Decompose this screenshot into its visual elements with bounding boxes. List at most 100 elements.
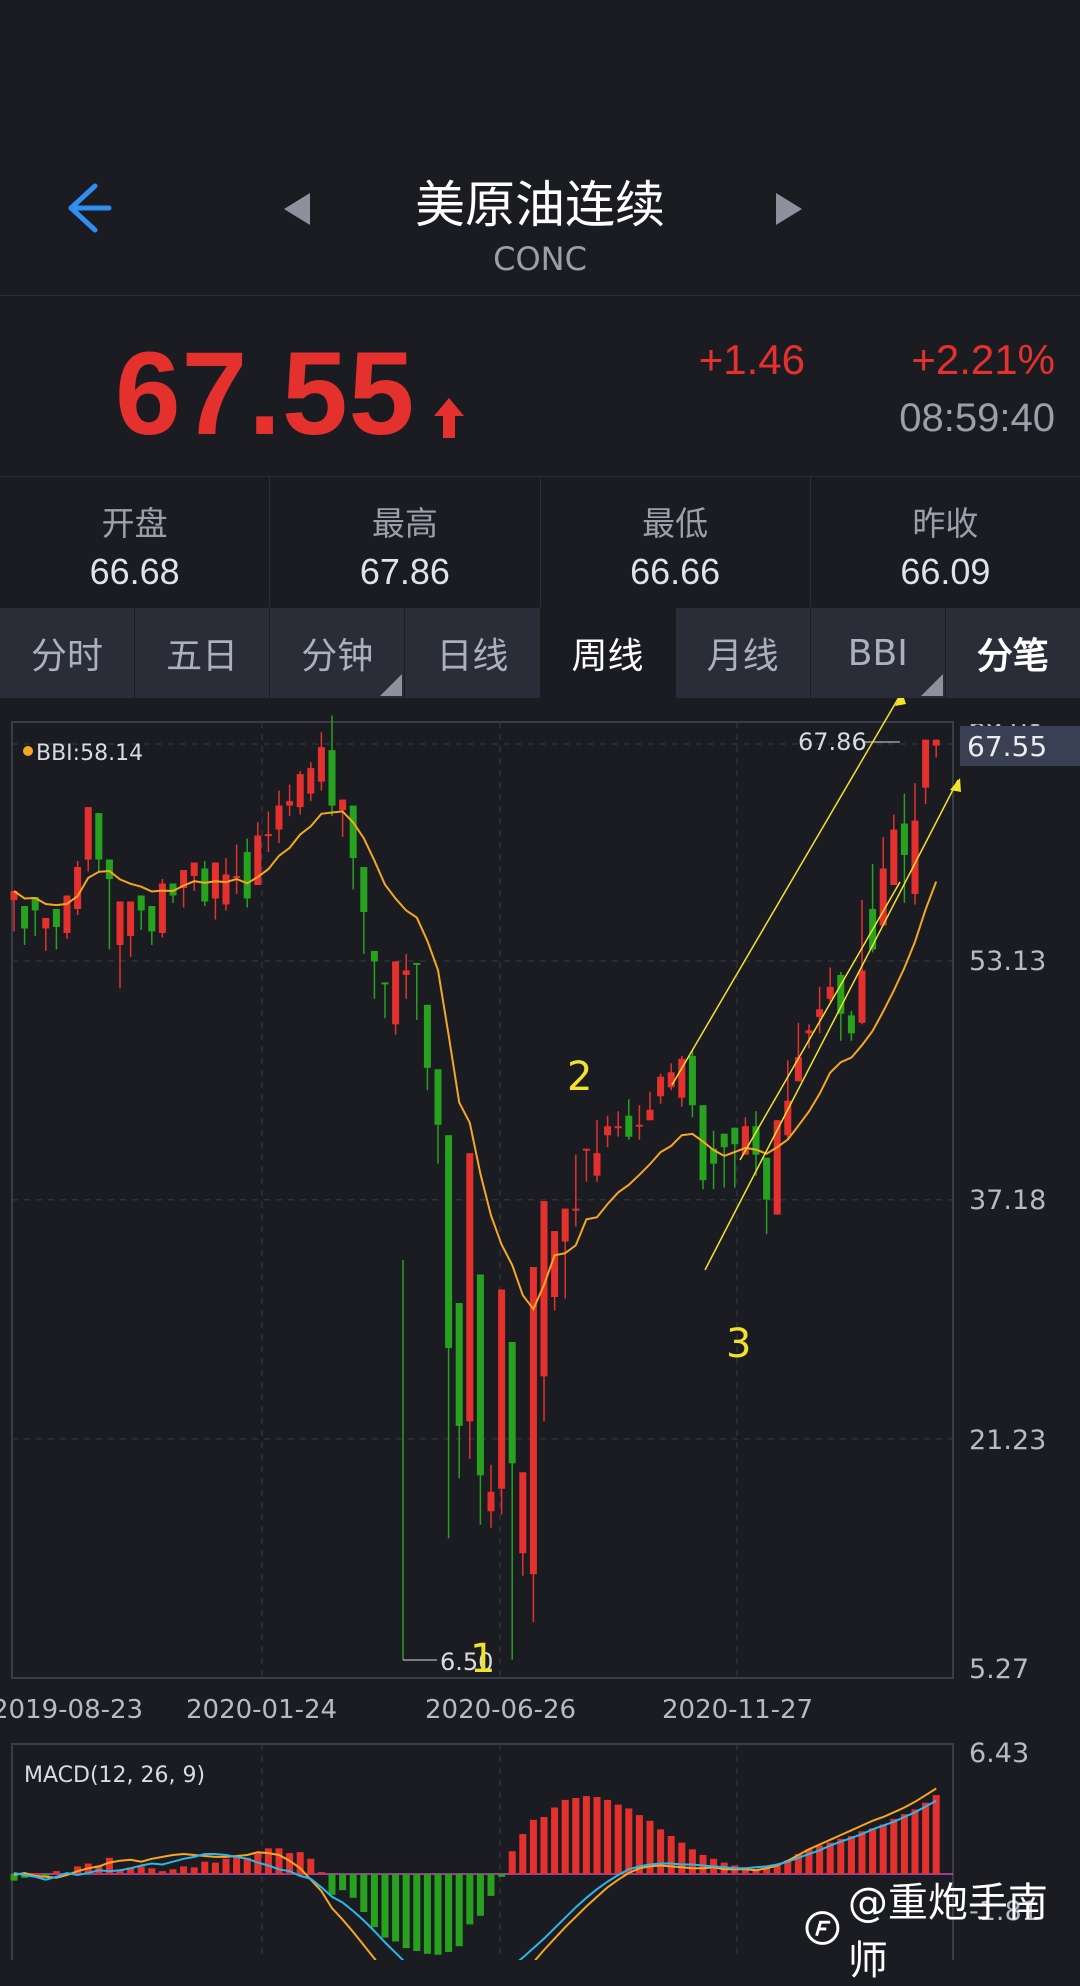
bbi-dot-icon (23, 746, 33, 756)
stat-label: 最高 (371, 504, 438, 543)
macd-bar (349, 1874, 357, 1898)
price-change-percent: +2.21% (911, 336, 1055, 383)
candle-body (307, 768, 315, 794)
trendline-upper (671, 698, 900, 1086)
macd-bar (487, 1874, 495, 1896)
macd-bar (572, 1798, 580, 1874)
candle-body (561, 1208, 569, 1242)
macd-bar (900, 1814, 908, 1874)
macd-bars-layer (10, 1795, 940, 1955)
candle-body (572, 1208, 580, 1211)
stat-high: 最高 67.86 (270, 477, 541, 607)
tab-label: BBI (847, 632, 908, 674)
trendlines-layer (402, 698, 961, 1660)
x-tick: 2020-06-26 (425, 1695, 576, 1725)
candle-body (222, 874, 230, 905)
candle-body (339, 799, 347, 811)
macd-bar (582, 1796, 590, 1874)
y-tick: 53.13 (969, 946, 1046, 977)
candle-body (84, 807, 92, 860)
candle-body (794, 1057, 802, 1082)
previous-symbol-button[interactable] (284, 193, 310, 225)
tab-five-day[interactable]: 五日 (135, 608, 271, 698)
tab-weekly[interactable]: 周线 (540, 608, 676, 698)
macd-bar (434, 1874, 442, 1955)
candle-body (847, 1015, 855, 1034)
candle-body (434, 1069, 442, 1125)
candle-body (487, 1491, 495, 1512)
macd-bar (137, 1866, 145, 1874)
dropdown-corner-icon (380, 674, 403, 696)
macd-label: MACD(12, 26, 9) (24, 1763, 205, 1788)
next-symbol-button[interactable] (776, 193, 802, 225)
candle-body (190, 862, 198, 877)
x-tick: 2020-01-24 (186, 1695, 337, 1725)
stat-label: 昨收 (912, 504, 979, 543)
tab-ticks[interactable]: 分笔 (946, 608, 1080, 698)
tab-daily[interactable]: 日线 (405, 608, 541, 698)
tab-label: 分钟 (301, 636, 374, 677)
candle-body (264, 834, 272, 837)
watermark-text: @重炮手南师 (847, 1880, 1048, 1984)
macd-bar (847, 1836, 855, 1874)
candle-body (635, 1124, 643, 1127)
candle-body (455, 1303, 463, 1426)
tab-minute[interactable]: 分钟 (270, 608, 406, 698)
x-tick: 2019-08-23 (0, 1695, 143, 1725)
period-tabs: 分时 五日 分钟 日线 周线 月线 BBI 分笔 (0, 608, 1080, 698)
macd-bar (551, 1807, 559, 1874)
candle-body (349, 805, 357, 859)
candle-body (381, 982, 389, 985)
macd-bar (211, 1862, 219, 1874)
current-price-tag-text: 67.55 (967, 730, 1047, 763)
macd-bar (180, 1866, 188, 1874)
stat-value: 66.66 (630, 551, 721, 592)
candle-body (922, 739, 930, 788)
candle-body (137, 895, 145, 911)
macd-bar (201, 1861, 209, 1874)
candle-body (201, 868, 209, 902)
macd-bar (402, 1874, 410, 1949)
quote-panel: 67.55 +1.46 +2.21% 08:59:40 (0, 296, 1080, 477)
price-chart[interactable]: BBI:58.14 67.86 69.08 67.55 53.13 37.18 … (0, 698, 1080, 1960)
stat-value: 66.09 (900, 551, 991, 592)
annotation-3: 3 (726, 1321, 751, 1367)
annotation-2: 2 (567, 1054, 592, 1100)
stats-row: 开盘 66.68 最高 67.86 最低 66.66 昨收 66.09 (0, 477, 1080, 607)
candle-body (582, 1148, 590, 1151)
page-title: 美原油连续 (415, 176, 665, 234)
last-price: 67.55 (115, 328, 416, 460)
candle-body (529, 1267, 537, 1575)
symbol-code: CONC (493, 240, 587, 278)
macd-bar (392, 1874, 400, 1942)
tab-indicator-bbi[interactable]: BBI (811, 608, 946, 698)
macd-bar (604, 1799, 612, 1874)
macd-bar (688, 1849, 696, 1874)
candle-body (932, 739, 940, 746)
macd-dea-line (13, 1799, 937, 1960)
macd-bar (593, 1797, 601, 1874)
macd-bar (233, 1856, 241, 1874)
macd-bar (413, 1874, 421, 1951)
stat-low: 最低 66.66 (541, 477, 811, 607)
candle-body (296, 774, 304, 808)
brand-logo-icon (805, 1911, 840, 1945)
candle-body (445, 1135, 453, 1348)
candle-body (392, 961, 400, 1025)
macd-bar (837, 1838, 845, 1874)
macd-bar (190, 1867, 198, 1874)
macd-bar (381, 1874, 389, 1938)
tab-intraday[interactable]: 分时 (0, 608, 136, 698)
macd-bar (455, 1874, 463, 1947)
macd-bar (625, 1808, 633, 1874)
back-arrow-icon[interactable] (55, 178, 115, 238)
tab-monthly[interactable]: 月线 (676, 608, 811, 698)
macd-bar (508, 1851, 516, 1874)
macd-bar (879, 1824, 887, 1874)
candle-body (127, 901, 135, 936)
candle-body (52, 908, 60, 927)
macd-bar (307, 1858, 315, 1874)
y-tick: 21.23 (969, 1425, 1046, 1456)
up-arrow-icon (434, 398, 464, 438)
candle-body (900, 823, 908, 856)
